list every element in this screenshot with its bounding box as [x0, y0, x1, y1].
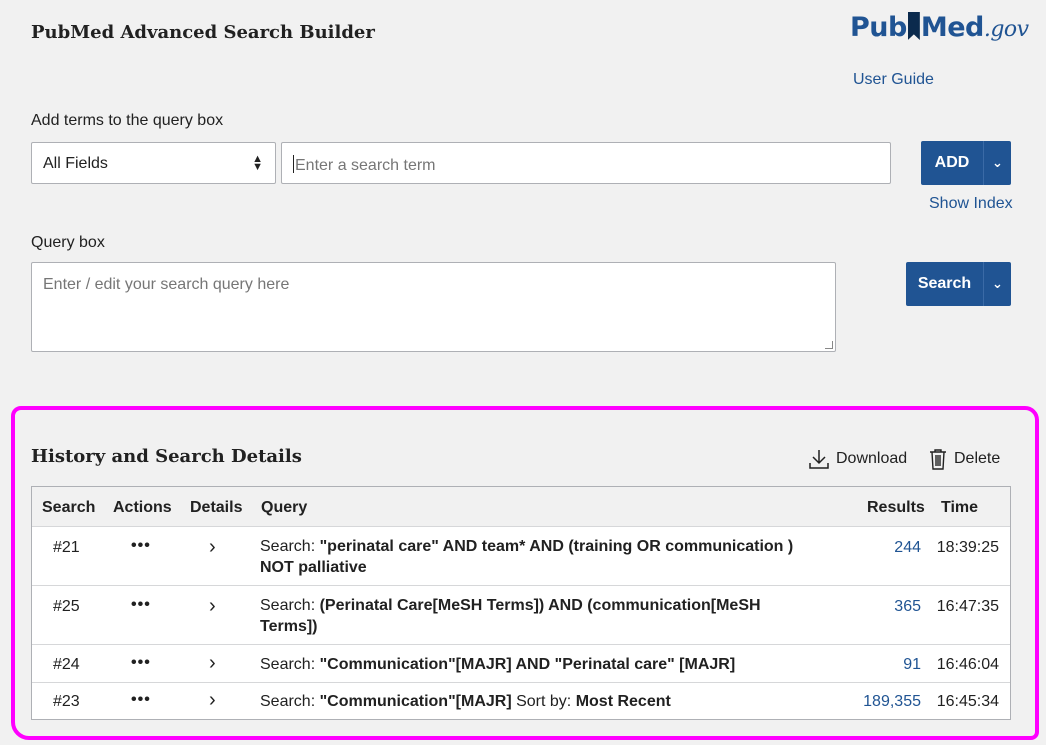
table-row: #24 ••• › Search: "Communication"[MAJR] … [32, 645, 1010, 683]
page-title: PubMed Advanced Search Builder [31, 22, 375, 43]
query-prefix: Search: [260, 656, 320, 673]
field-select-value: All Fields [43, 155, 108, 172]
add-button-label: ADD [934, 154, 970, 171]
search-time: 16:46:04 [936, 656, 999, 673]
table-header: Search Actions Details Query Results Tim… [32, 487, 1010, 527]
query-text: Search: "Communication"[MAJR] Sort by: M… [260, 691, 860, 712]
search-term-placeholder: Enter a search term [295, 157, 436, 174]
history-title: History and Search Details [31, 446, 302, 467]
sort-label: Sort by: [511, 693, 576, 710]
actions-menu-icon[interactable]: ••• [131, 537, 151, 555]
query-box-placeholder: Enter / edit your search query here [43, 276, 290, 293]
updown-icon: ▲ ▼ [252, 153, 263, 173]
col-results: Results [867, 499, 925, 516]
download-label: Download [836, 450, 908, 467]
resize-handle-icon[interactable] [825, 341, 833, 349]
field-select[interactable]: All Fields ▲ ▼ [31, 142, 276, 184]
results-count-link[interactable]: 244 [894, 539, 921, 557]
search-term-input[interactable]: Enter a search term [281, 142, 891, 184]
query-bold: "perinatal care" AND team* AND (training… [260, 538, 794, 576]
search-button-label: Search [917, 275, 972, 292]
col-actions: Actions [113, 499, 172, 516]
table-row: #23 ••• › Search: "Communication"[MAJR] … [32, 683, 1010, 719]
user-guide-link[interactable]: User Guide [853, 71, 934, 89]
query-bold: "Communication"[MAJR] [319, 693, 512, 710]
table-row: #25 ••• › Search: (Perinatal Care[MeSH T… [32, 586, 1010, 645]
show-index-link[interactable]: Show Index [929, 195, 1013, 213]
query-text: Search: (Perinatal Care[MeSH Terms]) AND… [260, 595, 800, 637]
actions-menu-icon[interactable]: ••• [131, 654, 151, 672]
history-table: Search Actions Details Query Results Tim… [31, 486, 1011, 720]
query-bold: (Perinatal Care[MeSH Terms]) AND (commun… [260, 597, 761, 635]
trash-icon [930, 449, 946, 470]
actions-menu-icon[interactable]: ••• [131, 691, 151, 709]
query-box-label: Query box [31, 234, 105, 251]
col-query: Query [261, 499, 308, 516]
search-number: #23 [53, 693, 80, 710]
table-row: #21 ••• › Search: "perinatal care" AND t… [32, 527, 1010, 586]
col-details: Details [190, 499, 243, 516]
query-prefix: Search: [260, 538, 320, 555]
results-count-link[interactable]: 91 [903, 656, 921, 674]
search-number: #21 [53, 539, 80, 556]
query-text: Search: "Communication"[MAJR] AND "Perin… [260, 654, 860, 675]
delete-label: Delete [954, 450, 1001, 467]
expand-details-icon[interactable]: › [209, 595, 216, 618]
sort-value: Most Recent [575, 693, 671, 710]
logo-gov: .gov [983, 17, 1029, 42]
add-button[interactable]: ADD ⌄ [921, 141, 1011, 185]
pubmed-logo[interactable]: Pub Med.gov [850, 12, 1029, 43]
search-number: #25 [53, 598, 80, 615]
expand-details-icon[interactable]: › [209, 689, 216, 712]
results-count-link[interactable]: 189,355 [863, 693, 921, 711]
col-search: Search [42, 499, 96, 516]
search-button[interactable]: Search ⌄ [906, 262, 1011, 306]
results-count-link[interactable]: 365 [894, 598, 921, 616]
download-icon [809, 450, 829, 469]
logo-text-pub: Pub [850, 12, 907, 43]
query-prefix: Search: [260, 693, 320, 710]
col-time: Time [941, 499, 979, 516]
query-prefix: Search: [260, 597, 320, 614]
bookmark-icon [907, 12, 920, 40]
search-time: 16:45:34 [936, 693, 999, 710]
text-caret [293, 155, 294, 173]
search-number: #24 [53, 656, 80, 673]
query-text: Search: "perinatal care" AND team* AND (… [260, 536, 800, 578]
delete-button[interactable]: Delete [928, 448, 1000, 470]
chevron-down-icon[interactable]: ⌄ [983, 262, 1011, 306]
logo-text-med: Med [920, 12, 985, 43]
download-button[interactable]: Download [808, 448, 907, 470]
query-box[interactable]: Enter / edit your search query here [31, 262, 836, 352]
expand-details-icon[interactable]: › [209, 536, 216, 559]
chevron-down-icon[interactable]: ⌄ [983, 141, 1011, 185]
actions-menu-icon[interactable]: ••• [131, 596, 151, 614]
expand-details-icon[interactable]: › [209, 652, 216, 675]
add-terms-label: Add terms to the query box [31, 112, 224, 129]
search-time: 18:39:25 [936, 539, 999, 556]
query-bold: "Communication"[MAJR] AND "Perinatal car… [319, 656, 736, 673]
search-time: 16:47:35 [936, 598, 999, 615]
